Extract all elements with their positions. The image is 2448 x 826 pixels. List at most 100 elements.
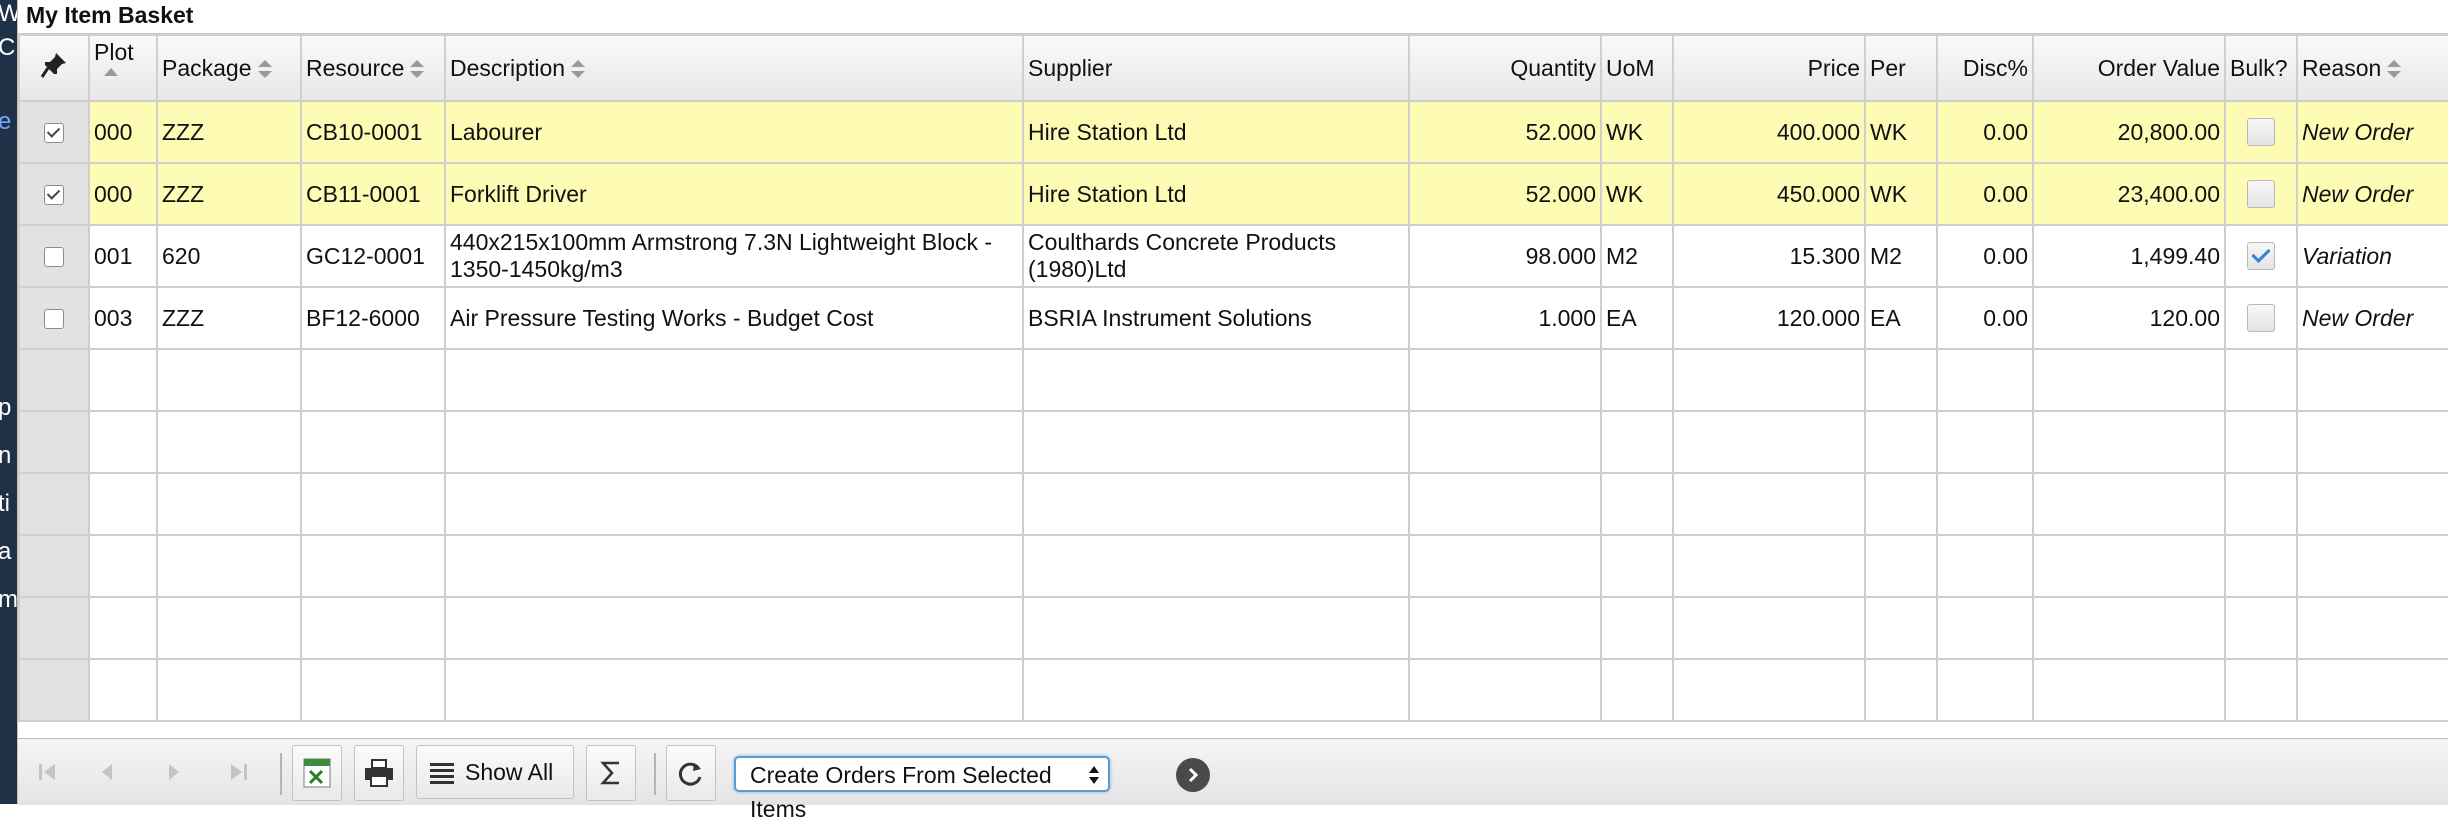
cell-uom: WK: [1600, 162, 1674, 226]
cell-per: M2: [1864, 224, 1938, 288]
cell-quantity[interactable]: 52.000: [1408, 100, 1602, 164]
first-page-button[interactable]: [28, 739, 68, 805]
action-select-value: Create Orders From Selected Items: [750, 762, 1052, 822]
cell-plot: 003: [88, 286, 158, 350]
cell-disc[interactable]: 0.00: [1936, 224, 2034, 288]
cell-supplier: BSRIA Instrument Solutions: [1022, 286, 1410, 350]
cell-per: EA: [1864, 286, 1938, 350]
cell-price[interactable]: 15.300: [1672, 224, 1866, 288]
pin-column-header[interactable]: [18, 34, 90, 102]
item-basket-panel: My Item Basket Plot Package Resource Des…: [17, 0, 2448, 822]
cell-quantity[interactable]: 1.000: [1408, 286, 1602, 350]
cell-order-value: 20,800.00: [2032, 100, 2226, 164]
cell-bulk[interactable]: [2224, 224, 2298, 288]
row-select-checkbox[interactable]: [44, 309, 64, 330]
totals-button[interactable]: [586, 745, 636, 801]
cell-description: Forklift Driver: [444, 162, 1024, 226]
cell-description: 440x215x100mm Armstrong 7.3N Lightweight…: [444, 224, 1024, 288]
sort-icon: [257, 60, 272, 79]
cell-bulk[interactable]: [2224, 162, 2298, 226]
select-caret-icon: [1089, 766, 1099, 784]
sigma-icon: [600, 761, 619, 785]
background-letter: n: [0, 442, 12, 469]
row-select-checkbox[interactable]: [44, 123, 64, 144]
sort-icon: [571, 60, 586, 79]
bulk-checkbox[interactable]: [2247, 180, 2275, 209]
cell-reason[interactable]: New Order: [2296, 100, 2448, 164]
export-excel-button[interactable]: [292, 745, 342, 801]
column-header-price[interactable]: Price: [1672, 34, 1866, 102]
bulk-checkbox[interactable]: [2247, 118, 2275, 147]
excel-icon: [303, 758, 331, 788]
table-row[interactable]: 003 ZZZ BF12-6000 Air Pressure Testing W…: [18, 286, 2448, 350]
panel-title-bar: My Item Basket: [18, 0, 2448, 34]
column-header-order-value[interactable]: Order Value: [2032, 34, 2226, 102]
background-letter: a: [0, 538, 12, 565]
background-letter: m: [0, 586, 17, 613]
go-button[interactable]: [1176, 758, 1210, 792]
bulk-checkbox[interactable]: [2247, 242, 2275, 271]
table-row[interactable]: 001 620 GC12-0001 440x215x100mm Armstron…: [18, 224, 2448, 288]
column-header-description[interactable]: Description: [444, 34, 1024, 102]
cell-price[interactable]: 450.000: [1672, 162, 1866, 226]
printer-icon: [365, 759, 393, 787]
empty-select-cell: [18, 534, 90, 598]
row-select-cell[interactable]: [18, 286, 90, 350]
cell-supplier: Coulthards Concrete Products (1980)Ltd: [1022, 224, 1410, 288]
next-page-button[interactable]: [153, 739, 193, 805]
last-page-button[interactable]: [218, 739, 258, 805]
cell-order-value: 23,400.00: [2032, 162, 2226, 226]
cell-disc[interactable]: 0.00: [1936, 286, 2034, 350]
item-basket-grid: Plot Package Resource Description Suppli…: [18, 34, 2448, 738]
column-header-plot[interactable]: Plot: [88, 34, 158, 102]
column-label-quantity: Quantity: [1510, 54, 1596, 81]
row-select-cell[interactable]: [18, 224, 90, 288]
refresh-button[interactable]: [666, 745, 716, 801]
row-select-cell[interactable]: [18, 100, 90, 164]
cell-price[interactable]: 120.000: [1672, 286, 1866, 350]
action-select[interactable]: Create Orders From Selected Items: [734, 756, 1110, 822]
cell-order-value: 120.00: [2032, 286, 2226, 350]
cell-disc[interactable]: 0.00: [1936, 100, 2034, 164]
empty-select-cell: [18, 658, 90, 722]
sort-icon: [410, 60, 425, 79]
row-select-cell[interactable]: [18, 162, 90, 226]
column-header-per[interactable]: Per: [1864, 34, 1938, 102]
cell-quantity[interactable]: 52.000: [1408, 162, 1602, 226]
cell-package: 620: [156, 224, 302, 288]
cell-quantity[interactable]: 98.000: [1408, 224, 1602, 288]
cell-reason[interactable]: New Order: [2296, 286, 2448, 350]
empty-row: [18, 472, 2448, 536]
previous-page-button[interactable]: [88, 739, 128, 805]
show-all-button[interactable]: Show All: [416, 745, 574, 799]
column-label-price: Price: [1807, 54, 1860, 81]
column-header-resource[interactable]: Resource: [300, 34, 446, 102]
column-label-description: Description: [450, 54, 566, 81]
column-header-supplier[interactable]: Supplier: [1022, 34, 1410, 102]
cell-reason[interactable]: New Order: [2296, 162, 2448, 226]
grid-toolbar: Show All Create Orders From Selected Ite…: [18, 738, 2448, 822]
print-button[interactable]: [354, 745, 404, 801]
column-header-quantity[interactable]: Quantity: [1408, 34, 1602, 102]
column-header-reason[interactable]: Reason: [2296, 34, 2448, 102]
column-header-uom[interactable]: UoM: [1600, 34, 1674, 102]
column-header-bulk[interactable]: Bulk?: [2224, 34, 2298, 102]
cell-reason[interactable]: Variation: [2296, 224, 2448, 288]
cell-bulk[interactable]: [2224, 100, 2298, 164]
toolbar-separator: [654, 753, 656, 795]
arrow-right-icon: [1188, 767, 1199, 783]
sort-ascending-icon: [104, 68, 118, 76]
table-row[interactable]: 000 ZZZ CB11-0001 Forklift Driver Hire S…: [18, 162, 2448, 226]
empty-select-cell: [18, 472, 90, 536]
cell-bulk[interactable]: [2224, 286, 2298, 350]
cell-plot: 000: [88, 162, 158, 226]
bulk-checkbox[interactable]: [2247, 304, 2275, 333]
cell-price[interactable]: 400.000: [1672, 100, 1866, 164]
row-select-checkbox[interactable]: [44, 247, 64, 268]
column-header-disc[interactable]: Disc%: [1936, 34, 2034, 102]
row-select-checkbox[interactable]: [44, 185, 64, 206]
background-letter: ti: [0, 490, 10, 517]
column-header-package[interactable]: Package: [156, 34, 302, 102]
cell-disc[interactable]: 0.00: [1936, 162, 2034, 226]
table-row[interactable]: 000 ZZZ CB10-0001 Labourer Hire Station …: [18, 100, 2448, 164]
